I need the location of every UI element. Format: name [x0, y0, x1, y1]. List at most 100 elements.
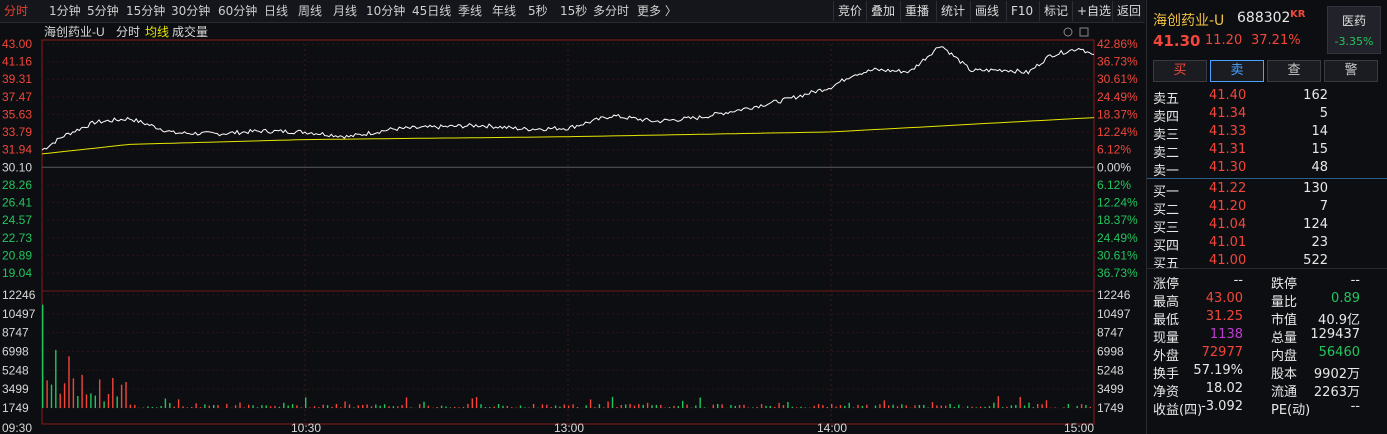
- alert-button[interactable]: 警: [1324, 60, 1378, 82]
- avg-line-label: 均线: [145, 25, 169, 39]
- volume-bar: [642, 404, 644, 408]
- volume-bar: [901, 404, 903, 408]
- period-tab[interactable]: 1分钟: [49, 0, 81, 22]
- volume-bar: [72, 378, 75, 408]
- period-tab[interactable]: 15分钟: [126, 0, 165, 22]
- volume-bar: [677, 406, 679, 408]
- volume-bar: [752, 407, 754, 408]
- pct-tick-label: 6.12%: [1097, 143, 1131, 157]
- toolbar-button[interactable]: 标记: [1039, 1, 1072, 21]
- period-tab[interactable]: 60分钟: [218, 0, 257, 22]
- volume-bar: [839, 405, 842, 408]
- volume-bar: [318, 407, 320, 408]
- volume-bar: [191, 407, 193, 408]
- volume-bar: [975, 407, 977, 408]
- volume-tick-label: 12246: [2, 288, 36, 302]
- price-tick-label: 41.16: [2, 55, 32, 69]
- period-tab[interactable]: 15秒: [560, 0, 587, 22]
- volume-bar: [208, 405, 210, 408]
- toolbar-button[interactable]: 竞价: [833, 1, 866, 21]
- volume-bar: [971, 406, 973, 408]
- volume-tick-label-right: 1749: [1097, 401, 1124, 415]
- stat-label: 市值: [1271, 313, 1298, 328]
- pct-tick-label: 12.24%: [1097, 196, 1138, 210]
- volume-bar: [1089, 406, 1091, 408]
- period-tab[interactable]: 月线: [333, 0, 357, 22]
- zoom-in-icon[interactable]: [1063, 27, 1073, 37]
- bid-label: 买二: [1153, 203, 1180, 218]
- volume-bar: [528, 407, 530, 408]
- sell-button[interactable]: 卖: [1210, 60, 1264, 82]
- period-tab[interactable]: 10分钟: [366, 0, 405, 22]
- volume-bar: [984, 406, 986, 408]
- volume-bar: [857, 404, 859, 408]
- volume-bar: [1080, 404, 1083, 408]
- period-tab[interactable]: 5秒: [528, 0, 548, 22]
- volume-bar: [852, 407, 855, 408]
- volume-bar: [116, 396, 118, 408]
- period-tab[interactable]: 季线: [458, 0, 482, 22]
- volume-bar: [817, 404, 820, 408]
- ask-volume: 48: [1311, 160, 1328, 175]
- toolbar-button[interactable]: F10: [1006, 1, 1037, 21]
- toolbar-button[interactable]: 重播: [900, 1, 933, 21]
- volume-bar: [682, 400, 684, 408]
- volume-bar: [296, 405, 298, 408]
- toolbar-button[interactable]: 统计: [936, 1, 969, 21]
- buy-button[interactable]: 买: [1153, 60, 1207, 82]
- volume-bar: [493, 406, 495, 408]
- volume-bar: [1010, 405, 1013, 408]
- volume-bar: [1037, 404, 1039, 408]
- toolbar-button[interactable]: 画线: [970, 1, 1003, 21]
- volume-bar: [703, 407, 706, 408]
- volume-bar: [217, 405, 219, 408]
- query-button[interactable]: 查: [1267, 60, 1321, 82]
- sector-box[interactable]: 医药 -3.35%: [1327, 6, 1381, 54]
- bid-price: 41.20: [1209, 199, 1247, 214]
- period-tab[interactable]: 更多 〉: [637, 0, 677, 22]
- volume-bar: [1067, 404, 1070, 408]
- volume-bar: [546, 404, 548, 408]
- period-tab[interactable]: 周线: [298, 0, 322, 22]
- toolbar-button[interactable]: +自选: [1072, 1, 1115, 21]
- stat-value: 0.89: [1331, 291, 1360, 306]
- stat-label: 股本: [1271, 367, 1298, 382]
- volume-bar: [695, 405, 697, 408]
- volume-bar: [554, 405, 557, 408]
- volume-bar: [769, 405, 771, 408]
- pct-tick-label: 18.37%: [1097, 213, 1138, 227]
- volume-bar: [344, 401, 346, 408]
- volume-bar: [594, 407, 596, 408]
- toolbar-button[interactable]: 返回: [1112, 1, 1145, 21]
- volume-bar: [94, 395, 96, 408]
- period-tab[interactable]: 年线: [492, 0, 516, 22]
- volume-bar: [239, 402, 241, 408]
- volume-bar: [625, 404, 627, 408]
- stat-value: 129437: [1310, 327, 1360, 342]
- volume-bar: [611, 396, 614, 408]
- period-tab[interactable]: 5分钟: [87, 0, 119, 22]
- volume-bar: [388, 406, 390, 408]
- volume-bar: [322, 404, 324, 408]
- period-tab[interactable]: 分时: [4, 0, 28, 22]
- toolbar-button[interactable]: 叠加: [866, 1, 899, 21]
- volume-bar: [620, 405, 622, 408]
- ask-label: 卖四: [1153, 110, 1180, 125]
- volume-bar: [484, 407, 487, 408]
- volume-bar: [129, 404, 132, 408]
- period-tab[interactable]: 45日线: [412, 0, 451, 22]
- volume-bar: [309, 407, 311, 408]
- stat-label: 最高: [1153, 295, 1180, 310]
- volume-bar: [480, 404, 482, 408]
- bid-volume: 522: [1303, 253, 1328, 268]
- zoom-out-icon[interactable]: [1079, 27, 1089, 37]
- volume-bar: [734, 405, 736, 408]
- volume-bar: [213, 405, 215, 408]
- bid-volume: 7: [1319, 199, 1328, 214]
- period-tab[interactable]: 30分钟: [171, 0, 210, 22]
- volume-bar: [550, 407, 552, 408]
- volume-bar: [795, 407, 798, 408]
- volume-tick-label-right: 10497: [1097, 307, 1131, 321]
- period-tab[interactable]: 多分时: [593, 0, 629, 22]
- period-tab[interactable]: 日线: [264, 0, 288, 22]
